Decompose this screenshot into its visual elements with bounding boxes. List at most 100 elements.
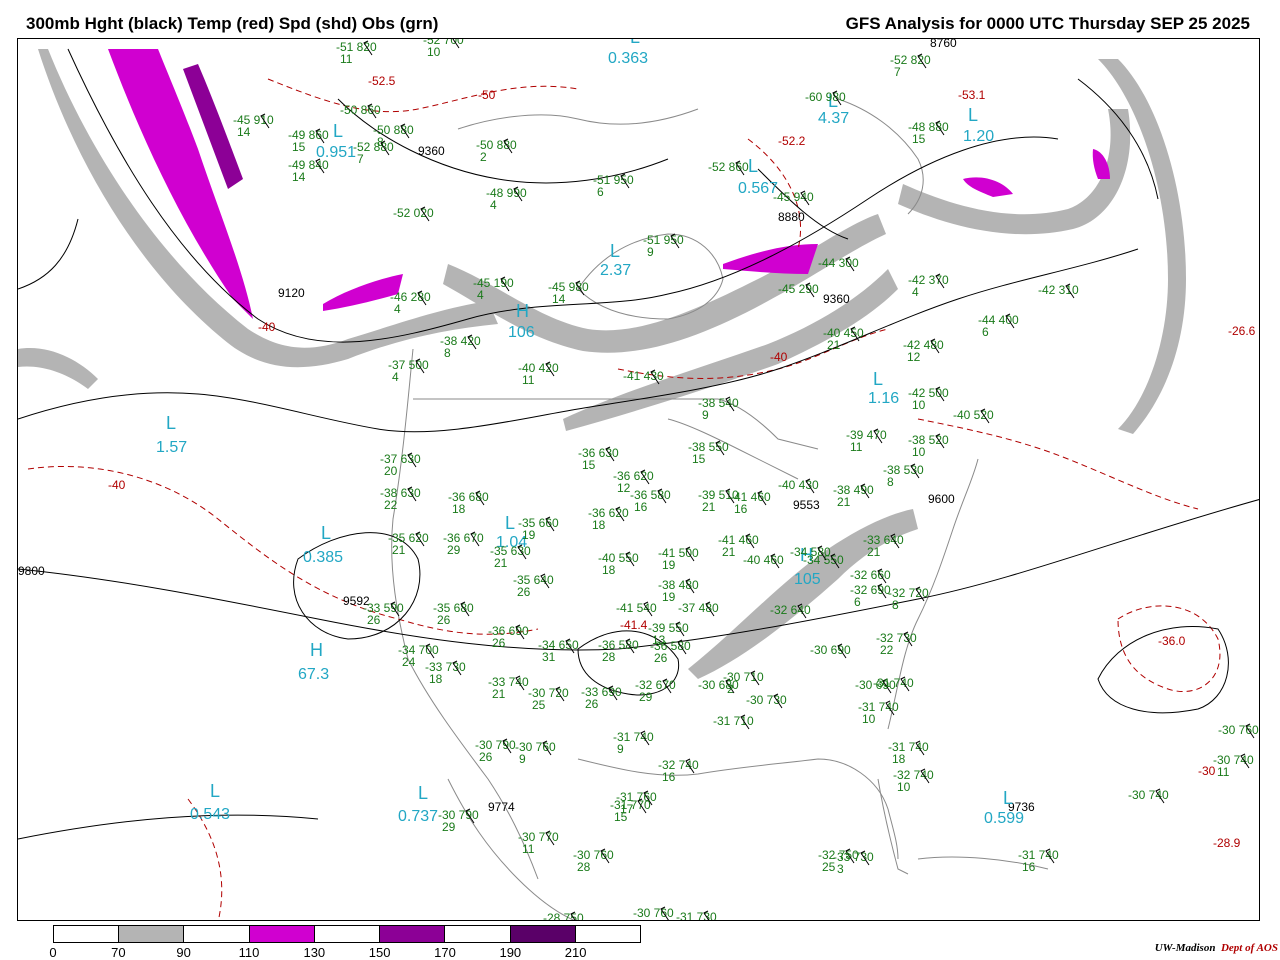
station-obs: -52 8207 [890,53,931,79]
station-spread: 2 [480,150,487,164]
station-spread: 28 [577,860,591,874]
station-obs: -30 730 [746,693,787,709]
station-temp-height: -60 980 [805,90,846,104]
station-temp-height: -30 760 [633,906,674,920]
height-label: 9774 [488,800,515,814]
station-spread: 3 [837,862,844,876]
station-obs: -51 9506 [593,173,634,199]
station-spread: 15 [692,452,706,466]
colorbar-tick-label: 150 [368,945,391,960]
station-obs: -38 55015 [688,440,729,466]
jet-core-quebec [723,244,818,274]
low-center: L 0.363 [608,39,648,67]
station-spread: 25 [532,698,546,712]
station-spread: 12 [907,350,921,364]
station-obs: -32 73022 [876,631,917,657]
station-spread: 26 [437,613,451,627]
station-obs: -28 750 [543,911,584,921]
station-obs: -30 76028 [573,848,614,874]
jet-core-east [1092,149,1110,179]
svg-text:L: L [610,241,620,261]
station-temp-height: -34 580 [790,545,831,559]
colorbar-tick-label: 0 [49,945,57,960]
station-obs: -38 52010 [908,433,949,459]
temp-label: -26.6 [1228,324,1256,338]
station-obs: -45 940 [773,190,814,206]
station-obs: -31 730 [676,910,717,921]
height-label: 8880 [778,210,805,224]
station-spread: 4 [394,302,401,316]
svg-text:1.57: 1.57 [156,439,187,456]
station-obs: -36 58028 [598,638,639,664]
station-temp-height: -45 290 [778,282,819,296]
station-obs: -32 74016 [658,758,699,784]
station-spread: 22 [384,498,398,512]
station-obs: -33 74021 [488,675,529,701]
station-spread: 19 [662,590,676,604]
station-temp-height: -45 940 [773,190,814,204]
high-center: H 67.3 [298,640,329,683]
station-obs: -42 48012 [903,338,944,364]
station-temp-height: -41 540 [616,601,657,615]
station-obs: -35 62021 [388,531,429,557]
station-temp-height: -31 730 [676,910,717,921]
station-temp-height: -44 300 [818,256,859,270]
station-obs: -37 480 [678,601,719,617]
height-label: 9360 [823,292,850,306]
station-spread: 9 [702,408,709,422]
station-obs: -37 63020 [380,452,421,478]
station-obs: -51 9509 [643,233,684,259]
colorbar-tick-label: 90 [176,945,191,960]
station-spread: 10 [912,445,926,459]
station-obs: -51 82011 [336,40,377,66]
station-spread: 11 [340,52,353,66]
station-obs: -38 4208 [440,334,481,360]
colorbar-tick-label: 110 [238,945,260,960]
svg-text:L: L [210,781,220,801]
colorbar-tick-label: 210 [564,945,587,960]
svg-text:1.16: 1.16 [868,390,899,407]
analysis-time-title: GFS Analysis for 0000 UTC Thursday SEP 2… [845,14,1250,33]
station-obs: -35 64026 [513,573,554,599]
svg-text:L: L [873,369,883,389]
station-obs: -52 70010 [423,39,464,59]
svg-text:106: 106 [508,324,535,341]
station-obs: -32 660 [850,568,891,584]
station-temp-height: -31 740 [873,676,914,690]
temp-label: -28.9 [1213,836,1241,850]
station-obs: -31 710 [713,714,754,730]
svg-text:L: L [505,513,515,533]
svg-text:2.37: 2.37 [600,262,631,279]
station-spread: 29 [639,690,653,704]
station-obs: -52 020 [393,206,434,222]
svg-text:L: L [968,105,978,125]
colorbar-segment [575,926,640,942]
height-label: 9800 [18,564,45,578]
station-temp-height: -28 750 [543,911,584,921]
station-spread: 8 [887,475,894,489]
station-spread: 21 [722,545,736,559]
colorbar-tick-label: 170 [434,945,456,960]
svg-text:L: L [333,121,343,141]
station-temp-height: -41 430 [623,369,664,383]
height-label: 8760 [930,39,957,50]
station-spread: 26 [492,636,506,650]
station-obs: -30 690 [810,643,851,659]
station-obs: -31 740 [873,676,914,692]
station-spread: 26 [585,697,599,711]
temp-label: -52.5 [368,74,396,88]
station-obs: -36 67029 [443,531,484,557]
station-obs: -46 2804 [390,290,431,316]
temp-label: -36.0 [1158,634,1186,648]
station-obs: -40 520 [953,408,994,424]
station-spread: 9 [617,742,624,756]
station-spread: 9 [647,245,654,259]
station-obs: -31 74018 [888,740,929,766]
station-spread: 26 [654,651,668,665]
station-spread: 6 [982,325,989,339]
credit-dept: Dept of AOS [1220,942,1278,954]
svg-text:0.385: 0.385 [303,549,343,566]
station-obs: -35 66019 [518,516,559,542]
station-spread: 21 [867,545,881,559]
station-temp-height: -30 740 [1128,788,1169,802]
